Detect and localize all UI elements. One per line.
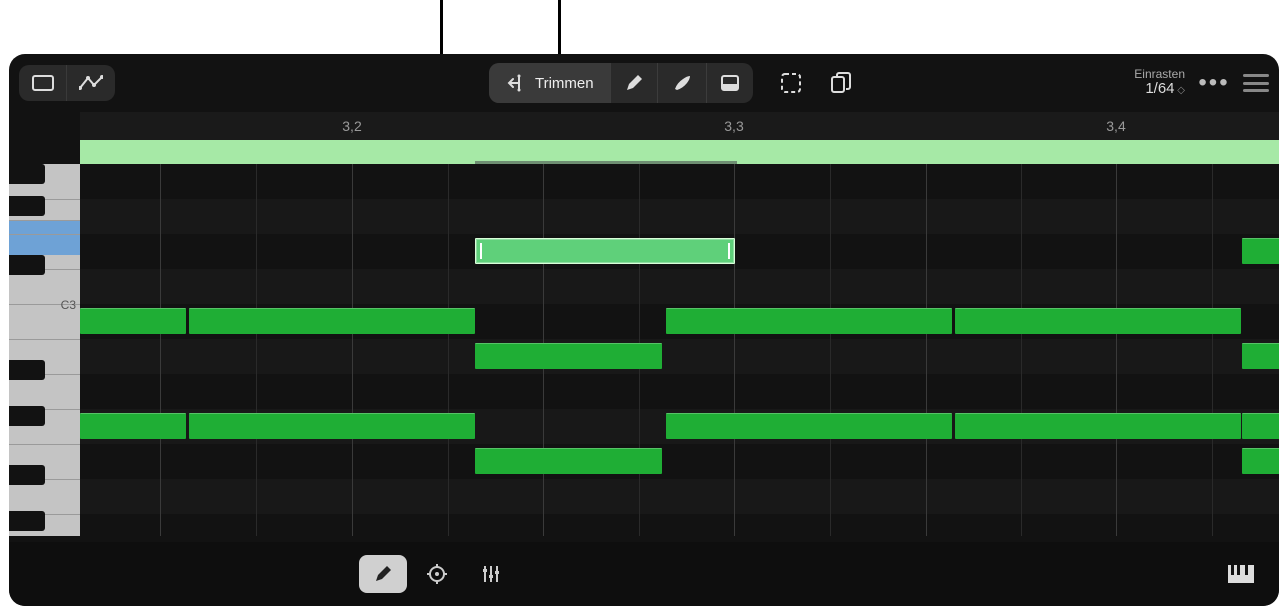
bottom-toolbar xyxy=(9,542,1279,606)
grid-line-minor xyxy=(830,164,831,536)
grid-line-major xyxy=(352,164,353,536)
grid-line-minor xyxy=(256,164,257,536)
piano-black-key[interactable] xyxy=(9,255,45,275)
midi-note[interactable] xyxy=(1242,343,1279,369)
midi-note[interactable] xyxy=(189,308,475,334)
tool-group: Trimmen xyxy=(489,63,863,103)
copy-tool-button[interactable] xyxy=(819,63,863,103)
automation-view-button[interactable] xyxy=(67,65,115,101)
brush-icon xyxy=(672,74,692,92)
selection-tool-button[interactable] xyxy=(769,63,813,103)
piano-icon xyxy=(1228,565,1254,583)
trim-icon xyxy=(505,74,525,92)
grid-line-minor xyxy=(1212,164,1213,536)
trim-tool-button[interactable]: Trimmen xyxy=(489,63,611,103)
automation-curve-icon xyxy=(79,75,103,91)
piano-roll-editor: Trimmen xyxy=(9,54,1279,606)
snap-value: 1/64 xyxy=(1134,81,1185,98)
pencil-icon xyxy=(625,74,643,92)
tool-strip: Trimmen xyxy=(489,63,753,103)
midi-note[interactable] xyxy=(666,308,952,334)
region-header-bar[interactable] xyxy=(80,140,1279,164)
keyboard-toggle-button[interactable] xyxy=(1217,555,1265,593)
grid-line-minor xyxy=(1021,164,1022,536)
midi-note-selected[interactable] xyxy=(475,238,735,264)
piano-black-key[interactable] xyxy=(9,511,45,531)
brush-tool-button[interactable] xyxy=(658,63,707,103)
target-icon xyxy=(426,563,448,585)
piano-black-key[interactable] xyxy=(9,196,45,216)
midi-note[interactable] xyxy=(666,413,952,439)
ruler-tick-label: 3,2 xyxy=(342,118,361,134)
more-menu-button[interactable]: ••• xyxy=(1199,68,1229,98)
grid-line-major xyxy=(734,164,735,536)
quantize-button[interactable] xyxy=(413,555,461,593)
drag-handle[interactable] xyxy=(1243,74,1269,92)
velocity-tool-button[interactable] xyxy=(707,63,753,103)
edit-mode-button[interactable] xyxy=(359,555,407,593)
region-view-button[interactable] xyxy=(19,65,67,101)
snap-selector[interactable]: Einrasten 1/64 xyxy=(1134,68,1185,98)
midi-note[interactable] xyxy=(475,343,662,369)
pencil-tool-button[interactable] xyxy=(611,63,658,103)
midi-note[interactable] xyxy=(475,448,662,474)
piano-key-selected[interactable] xyxy=(9,220,80,255)
sliders-icon xyxy=(481,564,501,584)
trim-tool-label: Trimmen xyxy=(535,75,594,92)
copy-icon xyxy=(830,72,852,94)
piano-black-key[interactable] xyxy=(9,406,45,426)
velocity-icon xyxy=(721,75,739,91)
time-ruler[interactable]: 3,2 3,3 3,4 xyxy=(80,112,1279,140)
grid-line-major xyxy=(926,164,927,536)
midi-note[interactable] xyxy=(189,413,475,439)
piano-black-key[interactable] xyxy=(9,360,45,380)
midi-note[interactable] xyxy=(955,308,1241,334)
ruler-tick-label: 3,3 xyxy=(724,118,743,134)
marquee-icon xyxy=(780,72,802,94)
midi-note[interactable] xyxy=(1242,238,1279,264)
rectangle-icon xyxy=(32,75,54,91)
mixer-button[interactable] xyxy=(467,555,515,593)
editor-toolbar: Trimmen xyxy=(9,54,1279,112)
pencil-icon xyxy=(374,565,392,583)
grid-line-major xyxy=(1116,164,1117,536)
piano-key-label-c3: C3 xyxy=(61,298,76,534)
piano-black-key[interactable] xyxy=(9,164,45,184)
midi-note[interactable] xyxy=(1242,413,1279,439)
grid-line-major xyxy=(160,164,161,536)
midi-note[interactable] xyxy=(80,413,186,439)
toolbar-right: Einrasten 1/64 ••• xyxy=(1134,68,1269,98)
bottom-tool-group xyxy=(359,555,515,593)
midi-note[interactable] xyxy=(955,413,1241,439)
piano-black-key[interactable] xyxy=(9,465,45,485)
midi-note[interactable] xyxy=(1242,448,1279,474)
ruler-tick-label: 3,4 xyxy=(1106,118,1125,134)
view-mode-segment xyxy=(19,65,115,101)
midi-note[interactable] xyxy=(80,308,186,334)
piano-keyboard[interactable]: C3 xyxy=(9,164,80,536)
note-grid[interactable] xyxy=(80,164,1279,536)
grid-line-minor xyxy=(448,164,449,536)
